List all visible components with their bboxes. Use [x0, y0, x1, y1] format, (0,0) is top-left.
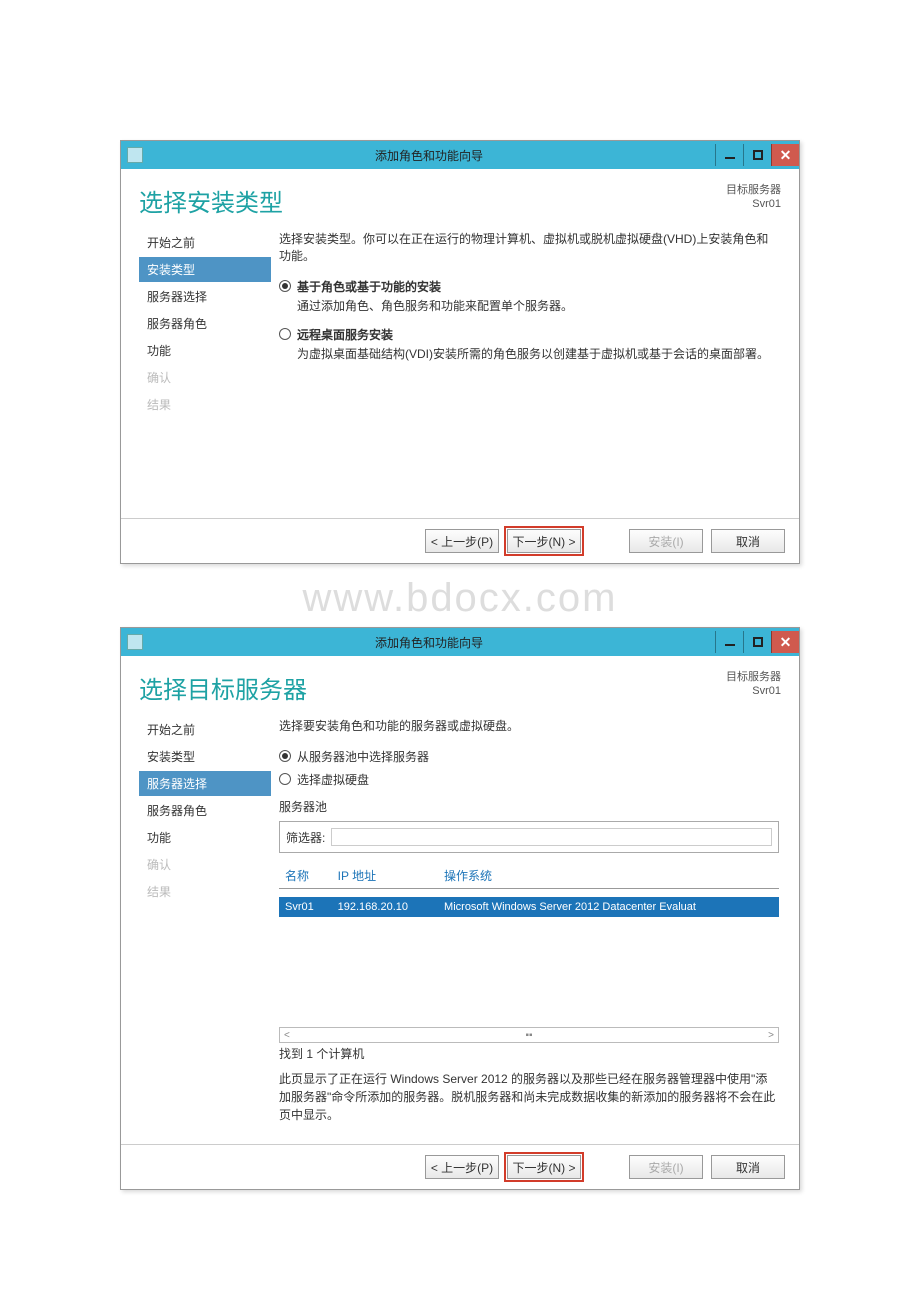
- target-label: 目标服务器: [726, 670, 781, 684]
- server-pool-label: 服务器池: [279, 798, 779, 815]
- sidebar-item-install-type[interactable]: 安装类型: [139, 257, 271, 282]
- radio-icon[interactable]: [279, 750, 291, 762]
- main-pane: 选择要安装角色和功能的服务器或虚拟硬盘。 从服务器池中选择服务器 选择虚拟硬盘 …: [271, 715, 799, 1134]
- install-button: 安装(I): [629, 1155, 703, 1179]
- app-icon: [127, 634, 143, 650]
- cell-os: Microsoft Windows Server 2012 Datacenter…: [438, 897, 779, 917]
- sidebar-item-server-roles[interactable]: 服务器角色: [139, 798, 271, 823]
- wizard-footer: < 上一步(P) 下一步(N) > 安装(I) 取消: [121, 1144, 799, 1189]
- wizard-window-install-type: 添加角色和功能向导 ✕ 选择安装类型 目标服务器 Svr01 开始之前 安装类型…: [120, 140, 800, 564]
- cell-ip: 192.168.20.10: [332, 897, 438, 917]
- radio-from-pool[interactable]: 从服务器池中选择服务器: [279, 748, 779, 765]
- server-table: 名称 IP 地址 操作系统 Svr01 192.168.20.10 Micros…: [279, 863, 779, 1043]
- scroll-left-icon[interactable]: <: [284, 1030, 290, 1041]
- radio-label: 基于角色或基于功能的安装: [297, 278, 441, 295]
- sidebar-item-before[interactable]: 开始之前: [139, 717, 271, 742]
- wizard-footer: < 上一步(P) 下一步(N) > 安装(I) 取消: [121, 518, 799, 563]
- app-icon: [127, 147, 143, 163]
- sidebar-item-server-select[interactable]: 服务器选择: [139, 284, 271, 309]
- close-button[interactable]: ✕: [771, 144, 799, 166]
- sidebar-item-confirm: 确认: [139, 852, 271, 877]
- sidebar-item-results: 结果: [139, 879, 271, 904]
- prev-button[interactable]: < 上一步(P): [425, 1155, 499, 1179]
- next-button[interactable]: 下一步(N) >: [507, 529, 581, 553]
- filter-label: 筛选器:: [286, 829, 325, 846]
- radio-icon[interactable]: [279, 328, 291, 340]
- filter-box: 筛选器:: [279, 821, 779, 853]
- window-title: 添加角色和功能向导: [143, 147, 715, 164]
- maximize-button[interactable]: [743, 144, 771, 166]
- scroll-right-icon[interactable]: >: [768, 1030, 774, 1041]
- page-note: 此页显示了正在运行 Windows Server 2012 的服务器以及那些已经…: [279, 1070, 779, 1124]
- window-controls: ✕: [715, 631, 799, 653]
- sidebar-item-features[interactable]: 功能: [139, 338, 271, 363]
- sidebar-item-results: 结果: [139, 392, 271, 417]
- cell-name: Svr01: [279, 897, 332, 917]
- server-list-area[interactable]: [279, 917, 779, 1027]
- radio-icon[interactable]: [279, 280, 291, 292]
- target-server-block: 目标服务器 Svr01: [726, 670, 781, 699]
- radio-icon[interactable]: [279, 773, 291, 785]
- minimize-button[interactable]: [715, 144, 743, 166]
- sidebar-item-confirm: 确认: [139, 365, 271, 390]
- window-title: 添加角色和功能向导: [143, 634, 715, 651]
- sidebar-item-server-select[interactable]: 服务器选择: [139, 771, 271, 796]
- titlebar[interactable]: 添加角色和功能向导 ✕: [121, 628, 799, 656]
- maximize-button[interactable]: [743, 631, 771, 653]
- page-title: 选择目标服务器: [139, 670, 307, 705]
- cancel-button[interactable]: 取消: [711, 529, 785, 553]
- target-value: Svr01: [726, 197, 781, 211]
- col-name[interactable]: 名称: [279, 863, 332, 889]
- sidebar-item-server-roles[interactable]: 服务器角色: [139, 311, 271, 336]
- target-server-block: 目标服务器 Svr01: [726, 183, 781, 212]
- page-title: 选择安装类型: [139, 183, 283, 218]
- target-label: 目标服务器: [726, 183, 781, 197]
- sidebar-item-features[interactable]: 功能: [139, 825, 271, 850]
- col-os[interactable]: 操作系统: [438, 863, 779, 889]
- window-controls: ✕: [715, 144, 799, 166]
- radio-role-based[interactable]: 基于角色或基于功能的安装: [279, 278, 779, 295]
- radio-rds-desc: 为虚拟桌面基础结构(VDI)安装所需的角色服务以创建基于虚拟机或基于会话的桌面部…: [297, 345, 779, 362]
- radio-label: 远程桌面服务安装: [297, 326, 393, 343]
- radio-label: 选择虚拟硬盘: [297, 771, 369, 788]
- next-button[interactable]: 下一步(N) >: [507, 1155, 581, 1179]
- table-row[interactable]: Svr01 192.168.20.10 Microsoft Windows Se…: [279, 897, 779, 917]
- radio-label: 从服务器池中选择服务器: [297, 748, 429, 765]
- main-pane: 选择安装类型。你可以在正在运行的物理计算机、虚拟机或脱机虚拟硬盘(VHD)上安装…: [271, 228, 799, 508]
- prev-button[interactable]: < 上一步(P): [425, 529, 499, 553]
- radio-vhd[interactable]: 选择虚拟硬盘: [279, 771, 779, 788]
- filter-input[interactable]: [331, 828, 772, 846]
- page-description: 选择要安装角色和功能的服务器或虚拟硬盘。: [279, 717, 779, 734]
- page-description: 选择安装类型。你可以在正在运行的物理计算机、虚拟机或脱机虚拟硬盘(VHD)上安装…: [279, 230, 779, 264]
- wizard-sidebar: 开始之前 安装类型 服务器选择 服务器角色 功能 确认 结果: [121, 715, 271, 1134]
- horizontal-scrollbar[interactable]: < ▪▪ >: [279, 1027, 779, 1043]
- titlebar[interactable]: 添加角色和功能向导 ✕: [121, 141, 799, 169]
- radio-role-based-desc: 通过添加角色、角色服务和功能来配置单个服务器。: [297, 297, 779, 314]
- sidebar-item-install-type[interactable]: 安装类型: [139, 744, 271, 769]
- install-button: 安装(I): [629, 529, 703, 553]
- target-value: Svr01: [726, 684, 781, 698]
- close-button[interactable]: ✕: [771, 631, 799, 653]
- wizard-sidebar: 开始之前 安装类型 服务器选择 服务器角色 功能 确认 结果: [121, 228, 271, 508]
- col-ip[interactable]: IP 地址: [332, 863, 438, 889]
- watermark-text: www.bdocx.com: [120, 576, 800, 621]
- found-count: 找到 1 个计算机: [279, 1045, 779, 1062]
- scroll-thumb-icon[interactable]: ▪▪: [525, 1030, 532, 1041]
- minimize-button[interactable]: [715, 631, 743, 653]
- wizard-window-target-server: 添加角色和功能向导 ✕ 选择目标服务器 目标服务器 Svr01 开始之前 安装类…: [120, 627, 800, 1190]
- sidebar-item-before[interactable]: 开始之前: [139, 230, 271, 255]
- radio-rds[interactable]: 远程桌面服务安装: [279, 326, 779, 343]
- cancel-button[interactable]: 取消: [711, 1155, 785, 1179]
